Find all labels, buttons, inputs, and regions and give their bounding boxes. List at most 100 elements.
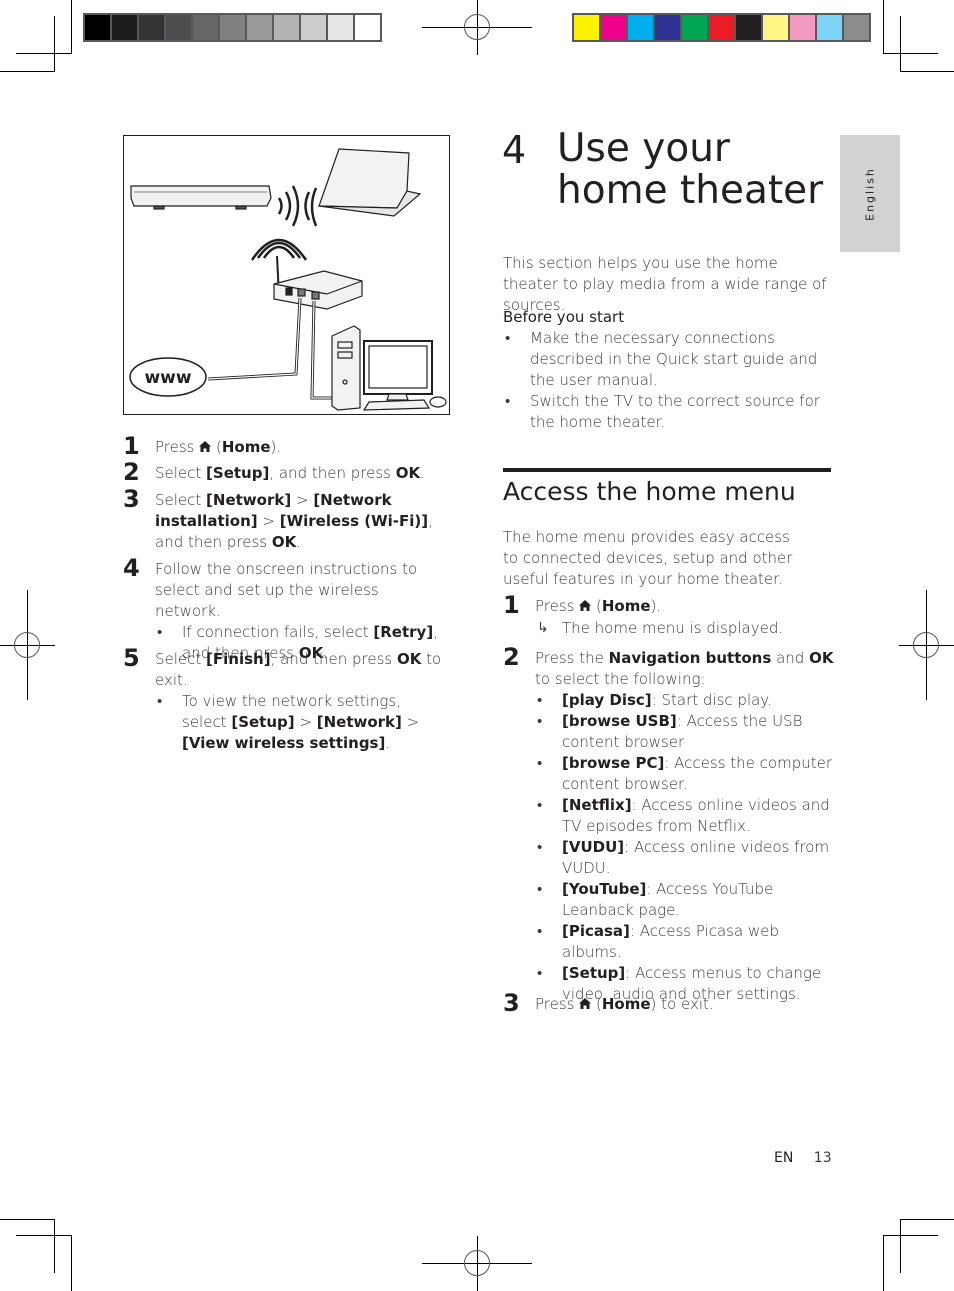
step-text: Press (Home) to exit. [535,994,835,1016]
step-number: 1 [503,591,520,619]
emphasized-term: [Picasa] [562,922,630,940]
color-swatch [85,15,110,40]
emphasized-term: [play Disc] [562,691,652,709]
crop-mark [900,1219,901,1273]
home-icon [579,995,592,1016]
text-run: > [291,491,314,509]
crop-mark [900,71,954,72]
color-swatch [166,15,191,40]
text-run: Select [155,650,207,668]
text-run: ( [211,438,222,456]
text-run: ). [650,597,662,615]
list-item: [YouTube]: Access YouTube Leanback page. [535,879,835,921]
crop-mark [0,71,55,72]
result-arrow-icon: ↳ [537,620,549,636]
chapter-title: Use your home theater [557,126,824,213]
grayscale-calibration-bar [83,13,382,42]
step-number: 4 [123,554,140,582]
desktop-computer-icon [331,325,447,411]
color-swatch [736,15,761,40]
text-run: If connection fails, select [182,623,374,641]
home-theater-device-icon [130,185,272,210]
footer-language: EN [774,1150,794,1166]
text-run: and [771,649,810,667]
emphasized-term: OK [271,533,297,551]
list-item: [browse PC]: Access the computer content… [535,753,835,795]
step-item: 2 Press the Navigation buttons and OK to … [503,643,835,1005]
text-run: Select [155,464,207,482]
emphasized-term: [Wireless (Wi-Fi)] [279,512,429,530]
section-divider [503,468,831,472]
internet-www-icon: www [129,357,207,397]
color-swatch [817,15,842,40]
crop-mark [54,1219,55,1273]
color-swatch [790,15,815,40]
step-result: ↳ The home menu is displayed. [535,618,835,639]
crop-mark [16,53,72,54]
text-run: . [385,734,391,752]
crop-mark [883,1235,884,1291]
step-text: Press (Home). [535,596,835,618]
color-swatch [844,15,869,40]
www-label: www [144,368,191,388]
crop-mark [54,16,55,72]
crop-mark [0,1219,55,1220]
emphasized-term: Home [601,597,651,615]
text-run: to select the following: [535,670,706,688]
language-side-tab: English [840,135,900,252]
network-cables [207,297,336,400]
emphasized-term: [Network] [316,713,402,731]
step-item: 5 Select [Finish], and then press OK to e… [123,644,443,754]
text-run: . [420,464,425,482]
step-text: Select [Finish], and then press OK to ex… [155,649,443,691]
step-text: Select [Setup], and then press OK. [155,463,443,484]
step-number: 2 [503,643,520,671]
step-text: Press (Home). [155,437,443,459]
list-item: To view the network settings, select [Se… [155,691,443,754]
before-you-start-heading: Before you start [503,308,625,326]
crop-mark [883,1235,938,1236]
list-item: [play Disc]: Start disc play. [535,690,835,711]
home-icon [579,597,592,618]
step-body: Press the Navigation buttons and OK to s… [535,648,835,1005]
step-text: Select [Network] > [Network installation… [155,490,443,553]
color-swatch [709,15,734,40]
step-item: 2 Select [Setup], and then press OK. [123,458,443,486]
text-run: Press [155,438,200,456]
text-run: ( [591,597,602,615]
emphasized-term: OK [395,464,421,482]
text-run: ). [270,438,282,456]
step-number: 5 [123,644,140,672]
color-calibration-bar [572,13,871,42]
step-text: Follow the onscreen instructions to sele… [155,559,443,622]
page-footer: EN 13 [774,1150,832,1166]
emphasized-term: [Finish] [206,650,271,668]
crop-mark [900,16,901,72]
text-run: Press the [535,649,609,667]
emphasized-term: [Network] [206,491,292,509]
emphasized-term: [View wireless settings] [182,734,386,752]
color-swatch [301,15,326,40]
color-swatch [655,15,680,40]
language-tab-label: English [863,166,877,221]
text-run: ( [591,995,602,1013]
step-number: 3 [123,485,140,513]
emphasized-term: OK [396,650,422,668]
list-item: [browse USB]: Access the USB content bro… [535,711,835,753]
emphasized-term: [Netflix] [562,796,632,814]
text-run: Select [155,491,207,509]
color-swatch [247,15,272,40]
emphasized-term: Home [601,995,651,1013]
color-swatch [682,15,707,40]
color-swatch [193,15,218,40]
crop-mark [71,1235,72,1291]
list-item: [Netflix]: Access online videos and TV e… [535,795,835,837]
emphasized-term: [YouTube] [562,880,647,898]
list-item: [Picasa]: Access Picasa web albums. [535,921,835,963]
network-diagram: www [123,135,450,415]
text-run: , and then press [269,464,396,482]
step-number: 3 [503,989,520,1017]
emphasized-term: [VUDU] [562,838,625,856]
step-body: Press (Home). [155,437,443,459]
color-swatch [763,15,788,40]
